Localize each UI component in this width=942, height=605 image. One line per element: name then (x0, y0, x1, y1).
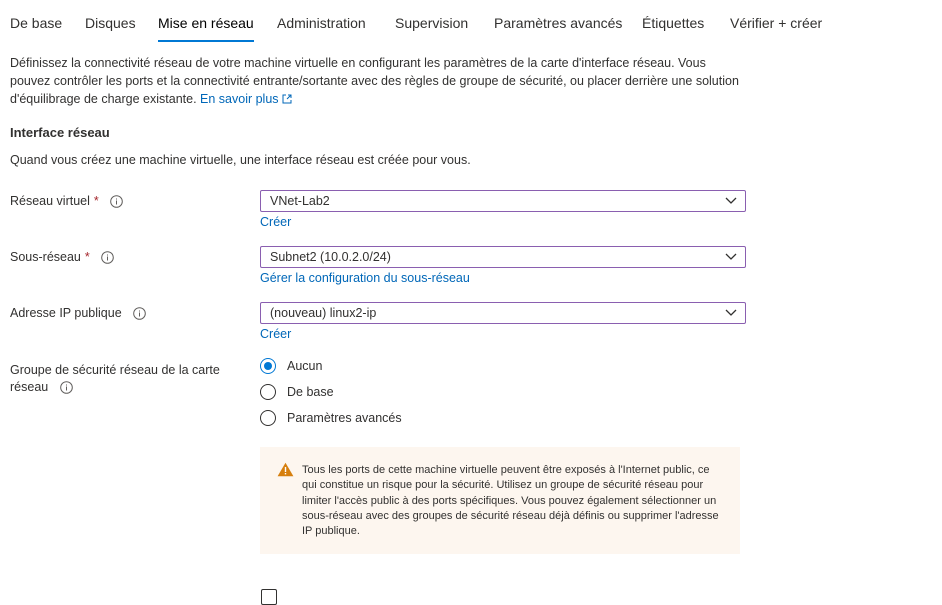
subnet-select[interactable]: Subnet2 (10.0.2.0/24) (260, 246, 746, 268)
tab-administration[interactable]: Administration (277, 14, 366, 32)
chevron-down-icon (725, 309, 737, 316)
info-icon[interactable] (110, 195, 124, 208)
nsg-option-label: Aucun (287, 359, 323, 373)
tab-verifier-creer[interactable]: Vérifier + créer (730, 14, 822, 32)
active-tab-indicator (158, 40, 254, 42)
required-marker: * (84, 250, 90, 264)
vnet-select[interactable]: VNet-Lab2 (260, 190, 746, 212)
learn-more-link[interactable]: En savoir plus (200, 92, 292, 106)
tab-supervision[interactable]: Supervision (395, 14, 468, 32)
nsg-option-label: Paramètres avancés (287, 411, 402, 425)
public-ip-value: (nouveau) linux2-ip (270, 306, 377, 320)
info-icon[interactable] (101, 251, 115, 264)
subnet-value: Subnet2 (10.0.2.0/24) (270, 250, 391, 264)
warning-banner: Tous les ports de cette machine virtuell… (260, 447, 740, 554)
tab-parametres-avances[interactable]: Paramètres avancés (494, 14, 622, 32)
vnet-create-link[interactable]: Créer (260, 215, 291, 229)
public-ip-label: Adresse IP publique (10, 306, 122, 320)
warning-icon (277, 462, 294, 477)
subnet-label-row: Sous-réseau * (10, 248, 115, 266)
vnet-label: Réseau virtuel (10, 194, 90, 208)
tab-mise-en-reseau[interactable]: Mise en réseau (158, 14, 254, 32)
nsg-label-line2: réseau (10, 380, 49, 394)
learn-more-label: En savoir plus (200, 92, 279, 106)
subnet-manage-link[interactable]: Gérer la configuration du sous-réseau (260, 271, 470, 285)
tab-de-base[interactable]: De base (10, 14, 62, 32)
public-ip-select[interactable]: (nouveau) linux2-ip (260, 302, 746, 324)
public-ip-label-row: Adresse IP publique (10, 304, 146, 322)
radio-button-selected[interactable] (260, 358, 276, 374)
tab-bar: De base Disques Mise en réseau Administr… (0, 0, 942, 46)
nsg-option-label: De base (287, 385, 334, 399)
chevron-down-icon (725, 253, 737, 260)
public-ip-create-link[interactable]: Créer (260, 327, 291, 341)
description-text: Définissez la connectivité réseau de vot… (10, 56, 739, 106)
external-link-icon (282, 94, 292, 104)
tab-disques[interactable]: Disques (85, 14, 136, 32)
chevron-down-icon (725, 197, 737, 204)
info-icon[interactable] (59, 381, 73, 394)
required-marker: * (93, 194, 99, 208)
vnet-value: VNet-Lab2 (270, 194, 330, 208)
nsg-label-line1: Groupe de sécurité réseau de la carte (10, 363, 220, 377)
warning-text: Tous les ports de cette machine virtuell… (302, 464, 719, 538)
page-description: Définissez la connectivité réseau de vot… (10, 54, 740, 108)
nsg-label-row2: réseau (10, 378, 73, 396)
checkbox[interactable] (261, 589, 277, 605)
section-subtitle: Quand vous créez une machine virtuelle, … (10, 153, 471, 167)
vnet-label-row: Réseau virtuel * (10, 192, 124, 210)
subnet-label: Sous-réseau (10, 250, 81, 264)
radio-button[interactable] (260, 410, 276, 426)
tab-etiquettes[interactable]: Étiquettes (642, 14, 704, 32)
info-icon[interactable] (133, 307, 146, 320)
section-title: Interface réseau (10, 125, 110, 140)
radio-button[interactable] (260, 384, 276, 400)
